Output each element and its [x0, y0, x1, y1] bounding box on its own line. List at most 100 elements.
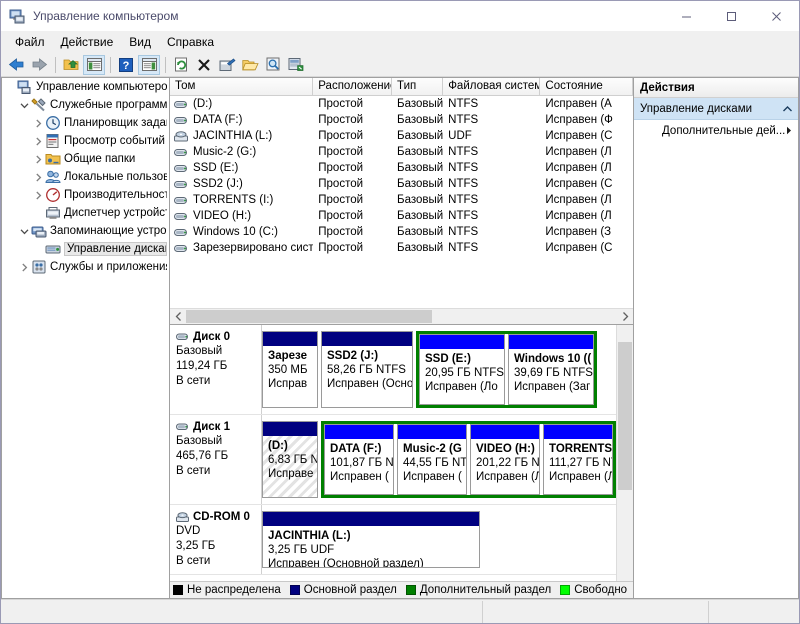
disk-row-0[interactable]: Диск 0 Базовый 119,24 ГБ В сети Зарезе 350 МБ…: [170, 325, 616, 415]
forward-icon[interactable]: [28, 55, 50, 75]
rescan-disks-icon[interactable]: [285, 55, 307, 75]
volume-row[interactable]: SSD2 (J:) Простой Базовый NTFS Исправен (С: [170, 176, 633, 192]
chevron-right-icon[interactable]: [32, 191, 45, 200]
volume-row[interactable]: DATA (F:) Простой Базовый NTFS Исправен (Ф: [170, 112, 633, 128]
menu-action[interactable]: Действие: [53, 32, 122, 52]
disk-row-2[interactable]: CD-ROM 0 DVD 3,25 ГБ В сети JACINTHIA (L:) 3,…: [170, 505, 616, 575]
chevron-right-icon[interactable]: [32, 155, 45, 164]
volume-cell-4: Исправен (А: [545, 98, 612, 110]
up-folder-icon[interactable]: [60, 55, 82, 75]
maximize-button[interactable]: [709, 1, 754, 31]
partition-group-0[interactable]: JACINTHIA (L:) 3,25 ГБ UDF Исправен (Основ…: [262, 511, 480, 568]
partition-group-0[interactable]: (D:) 6,83 ГБ N Исправе: [262, 421, 318, 498]
volume-column-header-4[interactable]: Состояние: [540, 78, 633, 95]
disk-row-1[interactable]: Диск 1 Базовый 465,76 ГБ В сети (D:) 6,83 ГБ …: [170, 415, 616, 505]
menu-file[interactable]: Файл: [7, 32, 53, 52]
actions-group-disk-management[interactable]: Управление дисками: [634, 98, 798, 120]
tree-item-9[interactable]: Управление дисками: [2, 240, 169, 258]
volume-cell-4: Исправен (Л: [545, 210, 612, 222]
legend-item-0: Не распределена: [173, 584, 281, 596]
chevron-right-icon[interactable]: [32, 173, 45, 182]
volume-cell-2: Базовый: [397, 210, 444, 222]
partition-group-1[interactable]: SSD2 (J:) 58,26 ГБ NTFS Исправен (Осно: [321, 331, 413, 408]
partition[interactable]: Зарезе 350 МБ Исправ: [262, 331, 318, 408]
partition[interactable]: SSD (E:) 20,95 ГБ NTFS Исправен (Ло: [419, 334, 505, 405]
disk-info-1[interactable]: Диск 1 Базовый 465,76 ГБ В сети: [170, 415, 262, 504]
chevron-down-icon[interactable]: [18, 227, 31, 236]
volume-column-header-3[interactable]: Файловая система: [443, 78, 541, 95]
partition-group-2-selected[interactable]: SSD (E:) 20,95 ГБ NTFS Исправен (Ло Windows…: [416, 331, 597, 408]
tree-item-0[interactable]: Управление компьютером (л: [2, 78, 169, 96]
delete-icon[interactable]: [193, 55, 215, 75]
close-button[interactable]: [754, 1, 799, 31]
vscroll-thumb[interactable]: [618, 342, 632, 490]
volume-row[interactable]: JACINTHIA (L:) Простой Базовый UDF Исправен …: [170, 128, 633, 144]
partition[interactable]: SSD2 (J:) 58,26 ГБ NTFS Исправен (Осно: [321, 331, 413, 408]
volume-column-header-0[interactable]: Том: [170, 78, 314, 95]
menu-view[interactable]: Вид: [121, 32, 159, 52]
actions-item-more-actions[interactable]: Дополнительные дей...: [634, 120, 798, 142]
volume-row[interactable]: (D:) Простой Базовый NTFS Исправен (А: [170, 96, 633, 112]
volume-row[interactable]: VIDEO (H:) Простой Базовый NTFS Исправен (Л: [170, 208, 633, 224]
tree-item-5[interactable]: Локальные пользовател: [2, 168, 169, 186]
tree-item-3[interactable]: Просмотр событий: [2, 132, 169, 150]
disk-info-2[interactable]: CD-ROM 0 DVD 3,25 ГБ В сети: [170, 505, 262, 574]
tree-item-8[interactable]: Запоминающие устройст: [2, 222, 169, 240]
volume-name: DATA (F:): [193, 114, 243, 126]
scroll-up-icon[interactable]: [617, 325, 633, 342]
tree-item-10[interactable]: Службы и приложения: [2, 258, 169, 276]
chevron-right-icon[interactable]: [32, 137, 45, 146]
volume-column-header-1[interactable]: Расположение: [313, 78, 393, 95]
refresh-icon[interactable]: [170, 55, 192, 75]
scroll-right-icon[interactable]: [617, 309, 633, 324]
show-action-pane-icon[interactable]: [138, 54, 160, 75]
volume-row[interactable]: Music-2 (G:) Простой Базовый NTFS Исправен (…: [170, 144, 633, 160]
tree-item-1[interactable]: Служебные программы: [2, 96, 169, 114]
graphical-view-vscrollbar[interactable]: [616, 325, 633, 581]
partition-group-0[interactable]: Зарезе 350 МБ Исправ: [262, 331, 318, 408]
back-icon[interactable]: [5, 55, 27, 75]
menu-help[interactable]: Справка: [159, 32, 222, 52]
console-tree[interactable]: Управление компьютером (л Служебные прогр…: [1, 77, 169, 599]
volume-list-header[interactable]: Том Расположение Тип Файловая система Состоя…: [170, 78, 633, 96]
partition[interactable]: VIDEO (H:) 201,22 ГБ NTF Исправен (Л: [470, 424, 540, 495]
minimize-button[interactable]: [664, 1, 709, 31]
open-folder-icon[interactable]: [239, 55, 261, 75]
volume-list[interactable]: Том Расположение Тип Файловая система Состоя…: [170, 78, 633, 325]
chevron-up-icon[interactable]: [783, 103, 792, 115]
search-icon[interactable]: [262, 55, 284, 75]
partition[interactable]: (D:) 6,83 ГБ N Исправе: [262, 421, 318, 498]
volume-list-body[interactable]: (D:) Простой Базовый NTFS Исправен (А DATA (F…: [170, 96, 633, 308]
partition[interactable]: TORRENTS 111,27 ГБ NT Исправен (Л: [543, 424, 613, 495]
tree-item-6[interactable]: Производительность: [2, 186, 169, 204]
partition[interactable]: Music-2 (G 44,55 ГБ NT Исправен (: [397, 424, 467, 495]
hscroll-track[interactable]: [186, 309, 617, 324]
help-icon[interactable]: ?: [115, 55, 137, 75]
partition-group-1-selected[interactable]: DATA (F:) 101,87 ГБ N Исправен (Music-2 (G…: [321, 421, 616, 498]
properties-icon[interactable]: [216, 55, 238, 75]
tree-item-4[interactable]: Общие папки: [2, 150, 169, 168]
volume-row[interactable]: SSD (E:) Простой Базовый NTFS Исправен (Л: [170, 160, 633, 176]
partition[interactable]: JACINTHIA (L:) 3,25 ГБ UDF Исправен (Основ…: [262, 511, 480, 568]
chevron-right-icon[interactable]: [18, 263, 31, 272]
hscroll-thumb[interactable]: [186, 310, 432, 323]
scroll-left-icon[interactable]: [170, 309, 186, 324]
volume-row[interactable]: Windows 10 (C:) Простой Базовый NTFS Исправе…: [170, 224, 633, 240]
storage-icon: [31, 223, 47, 239]
volume-row[interactable]: TORRENTS (I:) Простой Базовый NTFS Исправен …: [170, 192, 633, 208]
show-hide-tree-icon[interactable]: [83, 54, 105, 75]
vscroll-track[interactable]: [617, 342, 633, 564]
disk-info-0[interactable]: Диск 0 Базовый 119,24 ГБ В сети: [170, 325, 262, 414]
partition[interactable]: Windows 10 ((39,69 ГБ NTFS Исправен (Заг: [508, 334, 594, 405]
chevron-down-icon[interactable]: [18, 101, 31, 110]
disk-map[interactable]: Диск 0 Базовый 119,24 ГБ В сети Зарезе 350 МБ…: [170, 325, 616, 581]
scroll-down-icon[interactable]: [617, 564, 633, 581]
volume-column-header-2[interactable]: Тип: [392, 78, 444, 95]
volume-row[interactable]: Зарезервировано системой Простой Базовый NT…: [170, 240, 633, 256]
volume-list-hscrollbar[interactable]: [170, 308, 633, 324]
tree-item-2[interactable]: Планировщик заданий: [2, 114, 169, 132]
partition[interactable]: DATA (F:) 101,87 ГБ N Исправен (: [324, 424, 394, 495]
chevron-right-icon[interactable]: [32, 119, 45, 128]
volume-icon: [174, 227, 189, 238]
tree-item-7[interactable]: Диспетчер устройств: [2, 204, 169, 222]
